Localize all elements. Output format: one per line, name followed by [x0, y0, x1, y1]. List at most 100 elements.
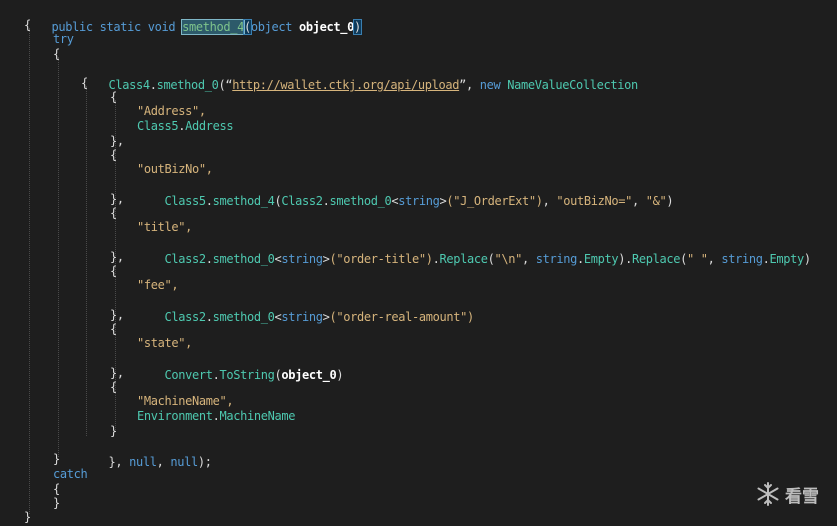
string-literal: "fee",	[137, 278, 179, 292]
keyword-null: null	[129, 455, 157, 469]
punct: >	[322, 252, 330, 266]
brace: }	[53, 496, 60, 510]
brace: {	[110, 322, 117, 336]
punct: );	[197, 455, 212, 469]
punct: },	[108, 455, 123, 469]
code-line-value: Convert.ToString(object_0)	[164, 368, 344, 382]
string-literal: ("order-real-amount")	[329, 310, 475, 324]
keyword-static: static	[99, 20, 142, 34]
string-literal: "&"	[645, 194, 667, 208]
code-line-value: Class2.smethod_0<string>("order-real-amo…	[164, 310, 475, 324]
code-line: }	[24, 509, 31, 526]
punct: .	[432, 252, 440, 266]
keyword-void: void	[147, 20, 176, 34]
class-name: Class2	[164, 310, 207, 324]
member-name: Empty	[769, 252, 805, 266]
code-line: {	[53, 46, 60, 63]
brace: },	[110, 192, 124, 206]
method-name: smethod_0	[212, 252, 275, 266]
brace: {	[81, 76, 88, 90]
type-name: NameValueCollection	[507, 78, 638, 92]
brace: }	[110, 424, 117, 438]
code-line-value: Environment.MachineName	[137, 409, 296, 423]
keyword-null: null	[170, 455, 198, 469]
brace: {	[53, 482, 60, 496]
brace: },	[110, 366, 124, 380]
punct: (	[487, 252, 495, 266]
keyword-string: string	[281, 252, 323, 266]
code-line: {	[110, 205, 117, 222]
code-line: {	[81, 75, 88, 92]
member-name: Empty	[583, 252, 619, 266]
code-line: {	[110, 147, 117, 164]
code-line: {	[110, 321, 117, 338]
brace: {	[110, 380, 117, 394]
keyword-try: try	[53, 32, 74, 46]
paren-open-highlight: (	[243, 19, 252, 35]
brace: {	[110, 264, 117, 278]
code-line-value: Class5.Address	[137, 119, 234, 133]
member-name: MachineName	[219, 409, 296, 423]
keyword-catch: catch	[53, 467, 88, 481]
punct: ).	[618, 252, 632, 266]
string-literal: "outBizNo="	[556, 194, 632, 208]
string-literal: "MachineName",	[137, 394, 234, 408]
code-line-value: Class5.smethod_4(Class2.smethod_0<string…	[164, 194, 674, 208]
punct: (	[680, 252, 687, 266]
code-line-value: Class2.smethod_0<string>("order-title").…	[164, 252, 812, 266]
brace: }	[24, 510, 31, 524]
url-link[interactable]: http://wallet.ctkj.org/api/upload	[232, 78, 459, 92]
brace: }	[53, 452, 60, 466]
class-name: Environment	[137, 409, 213, 423]
string-literal: " "	[687, 252, 708, 266]
member-name: smethod_4	[212, 194, 275, 208]
string-literal: "state",	[137, 336, 192, 350]
code-line: {	[110, 263, 117, 280]
punct: ,	[522, 252, 536, 266]
class-name: Class5	[137, 119, 179, 133]
code-line: {	[24, 17, 31, 34]
param-name: object_0	[281, 368, 337, 382]
member-name: Address	[185, 119, 234, 133]
punct: .	[577, 252, 584, 266]
indent-guide	[86, 86, 87, 436]
indent-guide	[58, 57, 59, 457]
method-name: Replace	[439, 252, 488, 266]
keyword-string: string	[721, 252, 763, 266]
keyword-string: string	[535, 252, 578, 266]
method-name: smethod_0	[212, 310, 275, 324]
code-line-close-call: }, null, null);	[81, 437, 212, 469]
param-name: object_0	[299, 20, 354, 34]
punct: )	[803, 252, 811, 266]
brace: },	[110, 134, 124, 148]
brace: {	[110, 206, 117, 220]
brace: {	[53, 47, 60, 61]
class-name: Class5	[164, 194, 207, 208]
code-line: {	[110, 379, 117, 396]
keyword-new: new	[479, 78, 501, 92]
string-literal: ("order-title")	[329, 252, 433, 266]
keyword-string: string	[281, 310, 323, 324]
brace: },	[110, 250, 124, 264]
method-name: smethod_0	[329, 194, 392, 208]
method-name: smethod_0	[156, 78, 219, 92]
punct: .	[762, 252, 770, 266]
string-literal: "\n"	[494, 252, 523, 266]
punct: ,	[156, 455, 164, 469]
punct: ,	[542, 194, 557, 208]
snowflake-icon	[757, 482, 779, 506]
watermark: 看雪	[755, 481, 819, 507]
method-name: ToString	[219, 368, 275, 382]
code-editor[interactable]: public static void smethod_4(object obje…	[0, 0, 837, 526]
code-line-signature: public static void smethod_4(object obje…	[24, 2, 362, 35]
punct: )	[666, 194, 674, 208]
brace: {	[24, 18, 31, 32]
code-line: {	[110, 89, 117, 106]
punct: ,	[707, 252, 722, 266]
string-literal: "outBizNo",	[137, 162, 213, 176]
indent-guide	[29, 28, 30, 514]
class-name: Convert	[164, 368, 213, 382]
code-line-call: Class4.smethod_0(“http://wallet.ctkj.org…	[108, 78, 639, 92]
selected-method-name[interactable]: smethod_4	[181, 19, 245, 35]
paren-close-highlight: )	[353, 19, 362, 35]
